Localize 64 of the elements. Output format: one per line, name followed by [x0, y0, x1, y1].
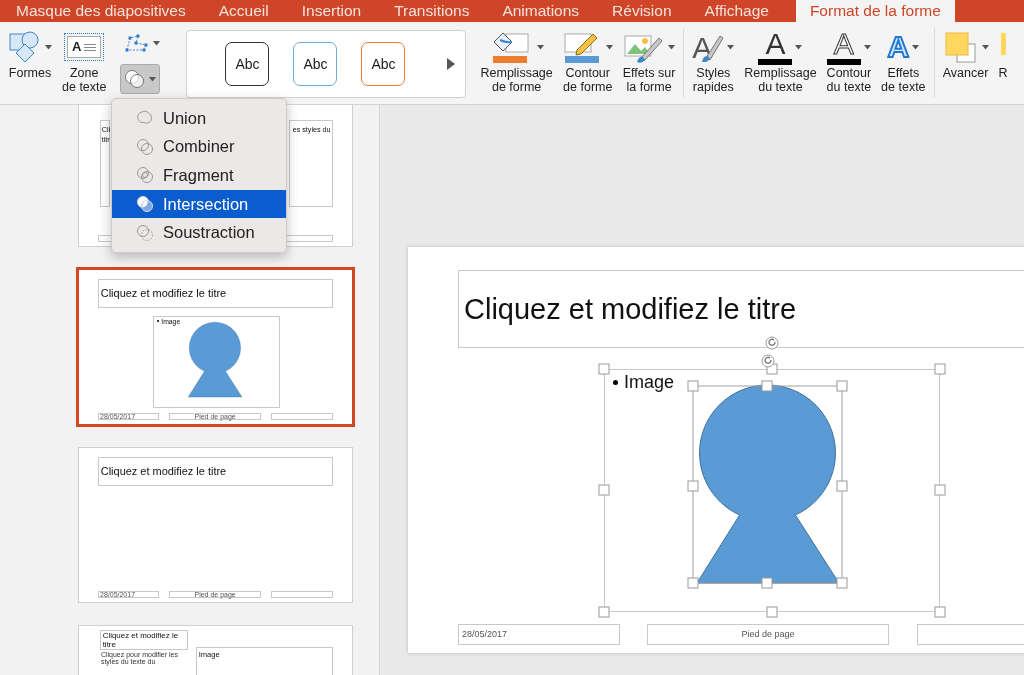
shape-fill-button[interactable]: Remplissage de forme: [478, 28, 555, 94]
ribbon-tab[interactable]: Masque des diapositives: [0, 0, 202, 22]
bullet-text: Image: [613, 372, 675, 393]
title-placeholder: Cliquez et modifiez le titre: [97, 456, 334, 487]
shapes-button[interactable]: Formes: [6, 28, 54, 80]
style-swatch[interactable]: Abc: [293, 42, 338, 86]
shapes-icon: [8, 30, 42, 64]
menu-item[interactable]: Intersection: [112, 189, 286, 219]
resize-handle[interactable]: [687, 380, 699, 392]
resize-handle[interactable]: [761, 380, 773, 392]
text-fill-button[interactable]: A Remplissage du texte: [742, 28, 819, 94]
ribbon-tab[interactable]: Accueil: [202, 0, 285, 22]
resize-handle[interactable]: [598, 606, 610, 618]
footer-placeholder: [271, 590, 334, 599]
subtract-icon: [136, 223, 154, 242]
resize-handle[interactable]: [836, 380, 848, 392]
overlapping-circles-icon: [124, 69, 147, 89]
resize-handle[interactable]: [766, 363, 778, 375]
style-swatch[interactable]: Abc: [361, 42, 406, 86]
ribbon-tab[interactable]: Révision: [596, 0, 688, 22]
resize-handle[interactable]: [687, 480, 699, 492]
footer-placeholder: [271, 412, 334, 421]
bring-forward-button[interactable]: Avancer: [940, 28, 991, 80]
resize-handle[interactable]: [687, 577, 699, 589]
fragment-icon: [136, 166, 154, 185]
resize-handle[interactable]: [761, 577, 773, 589]
resize-handle[interactable]: [836, 577, 848, 589]
resize-handle[interactable]: [934, 606, 946, 618]
text-effects-icon: A: [887, 33, 910, 61]
footer-placeholder: Pied de page: [647, 624, 889, 645]
resize-handle[interactable]: [934, 363, 946, 375]
text-box-button[interactable]: A Zone de texte: [60, 28, 109, 94]
bring-forward-icon: [942, 30, 979, 64]
resize-handle[interactable]: [598, 363, 610, 375]
rotate-handle[interactable]: [761, 354, 775, 368]
text-box-icon: A: [67, 36, 102, 58]
rotate-handle[interactable]: [765, 336, 779, 350]
merge-shapes-button[interactable]: [120, 64, 161, 94]
ribbon-tab[interactable]: Insertion: [285, 0, 378, 22]
menu-item[interactable]: Union: [112, 104, 286, 133]
title-placeholder: Cliquez et modifiez le titre: [97, 278, 334, 309]
menu-item[interactable]: Combiner: [112, 132, 286, 162]
text-effects-button[interactable]: A Effets de texte: [879, 28, 928, 94]
style-swatch[interactable]: Abc: [225, 42, 270, 86]
bullet-icon: [613, 380, 618, 385]
shape-effects-button[interactable]: Effets sur la forme: [620, 28, 678, 94]
ribbon-tab[interactable]: Format de la forme: [795, 0, 955, 22]
title-placeholder: Cliquez et modifiez le titre: [458, 270, 1024, 348]
more-arrow-icon[interactable]: [447, 58, 456, 70]
resize-handle[interactable]: [934, 484, 946, 496]
ribbon-tab[interactable]: Animations: [486, 0, 596, 22]
resize-handle[interactable]: [836, 480, 848, 492]
ribbon-tab[interactable]: Affichage: [688, 0, 785, 22]
edit-points-icon: [124, 33, 151, 53]
resize-handle[interactable]: [766, 606, 778, 618]
shape-outline-button[interactable]: Contour de forme: [560, 28, 615, 94]
combine-icon: [136, 137, 154, 156]
ribbon-button[interactable]: R: [996, 28, 1010, 80]
menu-item[interactable]: Soustraction: [112, 218, 286, 247]
ribbon-tab[interactable]: Transitions: [378, 0, 486, 22]
intersect-icon: [136, 195, 154, 214]
resize-handle[interactable]: [598, 484, 610, 496]
menu-item[interactable]: Fragment: [112, 161, 286, 190]
footer-placeholder: 28/05/2017: [458, 624, 620, 645]
